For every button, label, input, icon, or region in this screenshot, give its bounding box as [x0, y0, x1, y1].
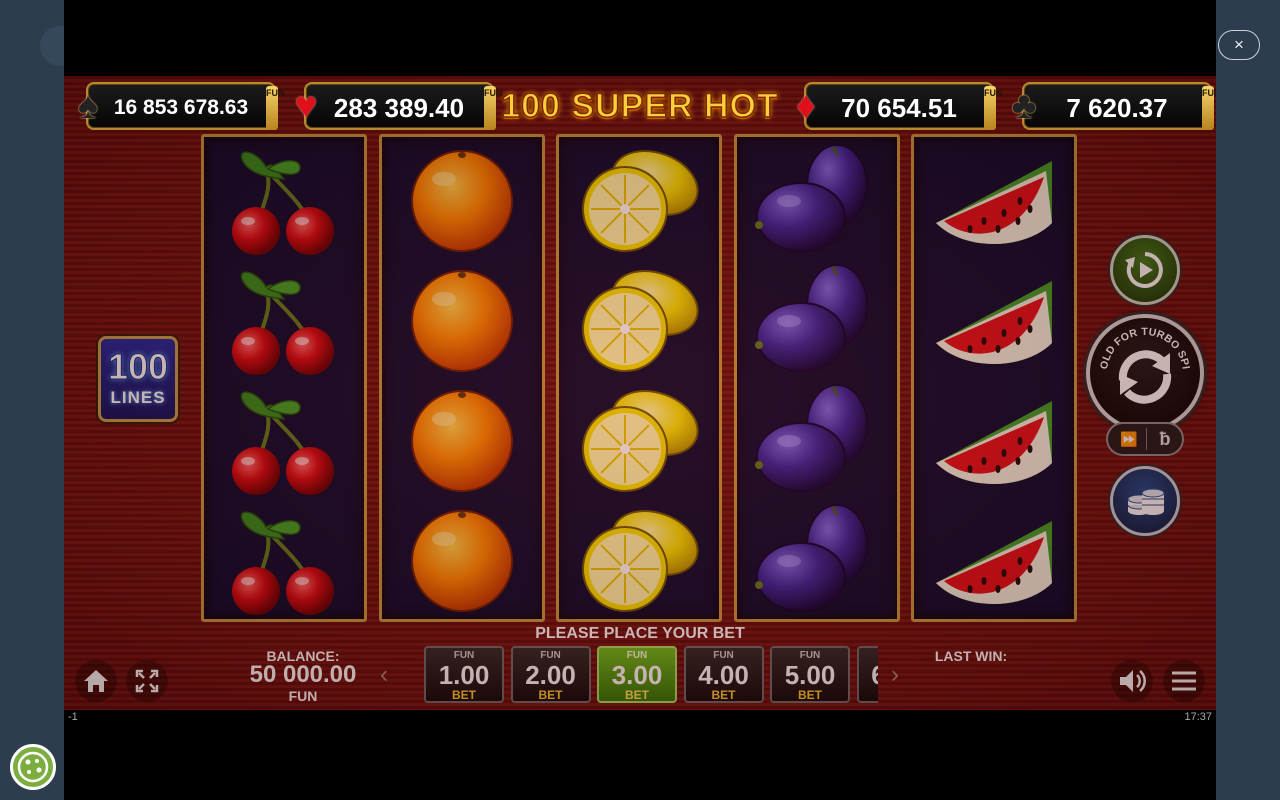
jackpot-value: 7 620.37 [1066, 93, 1168, 123]
plum-icon [737, 499, 897, 619]
jackpot-value: 16 853 678.63 [113, 96, 249, 119]
orange-icon [382, 139, 542, 259]
jackpot-spade: ♠ 16 853 678.63 FUN [68, 82, 285, 130]
cherry-icon [204, 259, 364, 379]
bets-prev-chevron-icon[interactable]: ‹ [376, 660, 392, 690]
cookie-icon [17, 751, 49, 783]
left-margin [0, 0, 64, 800]
fullscreen-button[interactable] [126, 660, 168, 702]
watermelon-icon [914, 259, 1074, 379]
jackpot-club: ♣ 7 620.37 FUN [1004, 82, 1216, 130]
home-button[interactable] [75, 660, 117, 702]
jackpot-currency: FUN [484, 86, 503, 130]
turbo-icon[interactable]: ƀ [1148, 426, 1182, 452]
slot-game: ♠ 16 853 678.63 FUN ♥ 283 389.40 FUN 100… [64, 76, 1216, 710]
bet-label: BET [798, 688, 822, 702]
autoplay-icon [1125, 252, 1163, 288]
bet-option[interactable]: FUN 5.00 BET [770, 646, 850, 703]
jackpot-heart: ♥ 283 389.40 FUN [286, 82, 503, 130]
plum-icon [737, 379, 897, 499]
reel-2 [379, 134, 545, 622]
cherry-icon [204, 139, 364, 259]
heart-icon: ♥ [294, 85, 318, 127]
bet-value: 2.00 [525, 660, 576, 690]
bet-option[interactable]: FUN 2.00 BET [510, 646, 591, 703]
bet-option[interactable]: FUN 1.00 BET [424, 646, 504, 703]
bet-selector: FUN 1.00 BET FUN 2.00 BET FUN 3.00 BET FUN 4.00 BET… [422, 645, 878, 705]
bet-option[interactable]: FUN 3.00 BET [597, 646, 677, 703]
plum-icon [737, 259, 897, 379]
orange-icon [382, 499, 542, 619]
cherry-icon [204, 499, 364, 619]
bet-label: BET [711, 688, 736, 702]
lines-badge: 100 LINES [98, 336, 178, 422]
spade-icon: ♠ [77, 85, 99, 127]
menu-button[interactable] [1163, 660, 1205, 702]
reel-1 [201, 134, 367, 622]
svg-text:HOLD FOR TURBO SPIN: HOLD FOR TURBO SPIN [1090, 318, 1192, 370]
lemon-icon [559, 499, 719, 619]
jackpot-value: 283 389.40 [333, 93, 465, 123]
autoplay-button[interactable] [1110, 235, 1180, 305]
orange-icon [382, 379, 542, 499]
hold-turbo-label: HOLD FOR TURBO SPIN [1086, 309, 1191, 370]
clock: 17:37 [1184, 711, 1212, 723]
bet-label: BET [538, 688, 563, 702]
balance-value: 50 000.00 [249, 661, 357, 688]
lemon-icon [559, 379, 719, 499]
balance-currency: FUN [288, 688, 318, 704]
bet-label: BET [859, 688, 879, 702]
menu-icon [1172, 671, 1196, 691]
plum-icon [737, 139, 897, 259]
lines-count: 100 [107, 346, 169, 388]
jackpot-currency: FUN [1202, 86, 1216, 130]
bets-next-chevron-icon[interactable]: › [887, 660, 903, 690]
jackpot-value: 70 654.51 [841, 93, 957, 123]
bet-label: BET [452, 688, 476, 702]
bet-settings-button[interactable] [1110, 466, 1180, 536]
coins-icon [1127, 488, 1165, 515]
reel-4 [734, 134, 900, 622]
last-win-label: LAST WIN: [934, 648, 1008, 664]
bet-value: 4.00 [698, 660, 749, 690]
fast-forward-icon[interactable]: ⏩ [1112, 426, 1146, 452]
watermelon-icon [914, 379, 1074, 499]
bet-label: BET [625, 688, 649, 702]
watermelon-icon [914, 139, 1074, 259]
jackpot-currency: FUN [266, 86, 285, 130]
bet-value: 6.00 [859, 662, 878, 688]
sound-button[interactable] [1111, 660, 1153, 702]
jackpot-diamond: ♦ 70 654.51 FUN [786, 82, 1003, 130]
bet-value: 1.00 [438, 660, 490, 690]
right-margin [1216, 0, 1280, 800]
spin-button[interactable]: HOLD FOR TURBO SPIN [1086, 309, 1204, 432]
bet-value: 3.00 [611, 660, 663, 690]
spin-icon: HOLD FOR TURBO SPIN [1086, 309, 1192, 404]
speaker-icon [1120, 670, 1146, 692]
bet-value: 5.00 [784, 660, 836, 690]
lines-label: LINES [110, 388, 166, 407]
lemon-icon [559, 259, 719, 379]
diamond-icon: ♦ [796, 85, 816, 127]
club-icon: ♣ [1011, 85, 1037, 127]
fullscreen-icon [135, 669, 159, 693]
speed-toggle: ⏩ ƀ [1106, 422, 1184, 456]
bet-option[interactable]: FUN6.00BET [856, 646, 879, 703]
game-title: 100 SUPER HOT [500, 86, 779, 126]
bet-prompt: PLEASE PLACE YOUR BET [535, 625, 745, 642]
bet-option[interactable]: FUN 4.00 BET [683, 646, 764, 703]
reel-5 [911, 134, 1077, 622]
orange-icon [382, 259, 542, 379]
reel-3 [556, 134, 722, 622]
cherry-icon [204, 379, 364, 499]
lemon-icon [559, 139, 719, 259]
home-icon [84, 670, 108, 692]
close-button[interactable]: × [1218, 30, 1260, 60]
watermelon-icon [914, 499, 1074, 619]
jackpot-currency: FUN [984, 86, 1003, 130]
cookie-settings-button[interactable] [10, 744, 56, 790]
status-left: -1 [68, 711, 78, 723]
